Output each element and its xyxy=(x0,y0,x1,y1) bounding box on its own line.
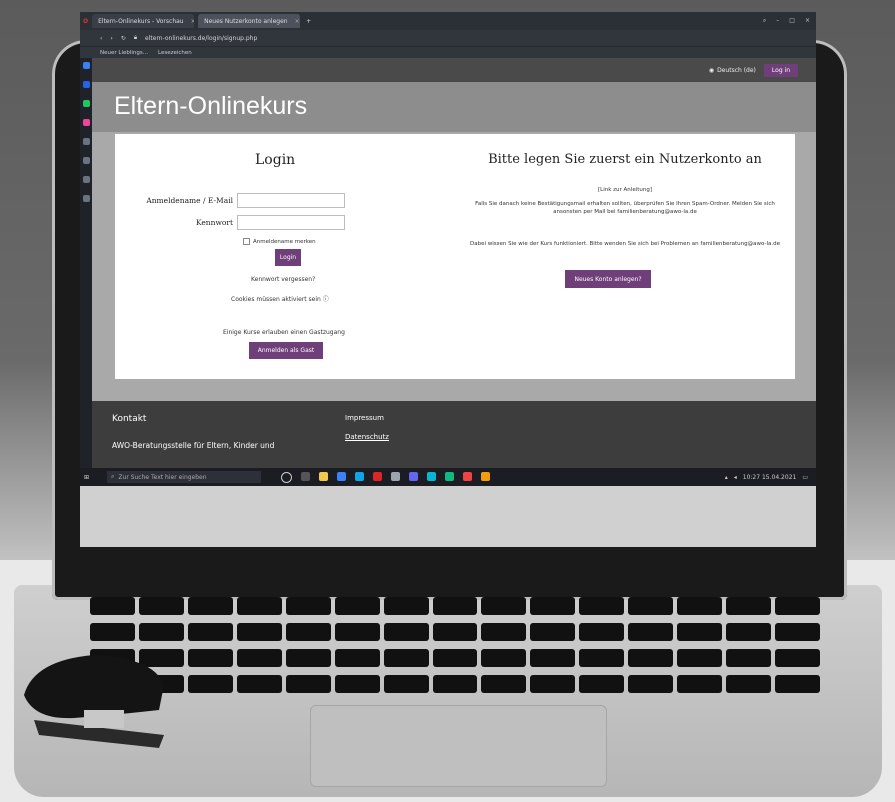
username-label: Anmeldename / E-Mail xyxy=(146,196,233,205)
sidebar-home-icon[interactable] xyxy=(82,62,90,69)
globe-icon: ◉ xyxy=(708,66,715,74)
sidebar-instagram-icon[interactable] xyxy=(82,119,90,126)
browser-tab-active[interactable]: Neues Nutzerkonto anlegen × xyxy=(198,14,301,28)
opera-logo-icon[interactable]: O xyxy=(80,18,88,25)
file-explorer-icon[interactable] xyxy=(319,471,329,481)
stapler-object xyxy=(24,655,164,748)
header-login-button[interactable]: Log in xyxy=(763,63,798,77)
maximize-icon[interactable]: □ xyxy=(789,17,795,25)
clock[interactable]: 10:27 15.04.2021 xyxy=(743,474,797,481)
privacy-link[interactable]: Datenschutz xyxy=(345,433,389,441)
sidebar-messenger-icon[interactable] xyxy=(82,81,90,88)
help-icon[interactable]: ⓘ xyxy=(323,296,329,303)
language-menu[interactable]: ◉ Deutsch (de) xyxy=(709,67,756,74)
minimize-icon[interactable]: – xyxy=(776,17,779,25)
trackpad xyxy=(310,705,607,787)
login-section: Login Anmeldename / E-Mail Kennwort Anme… xyxy=(115,134,455,379)
login-card: Login Anmeldename / E-Mail Kennwort Anme… xyxy=(115,134,795,379)
windows-taskbar: ⊞ ⌕ Zur Suche Text hier eingeben ▴ ◂ 10:2… xyxy=(80,468,816,486)
search-icon[interactable]: ⌕ xyxy=(763,17,766,25)
screen-lower-area xyxy=(80,486,816,547)
bookmark-item[interactable]: Neuer Lieblings... xyxy=(100,50,148,56)
password-input[interactable] xyxy=(237,215,345,230)
sidebar-settings-icon[interactable] xyxy=(82,195,90,202)
browser-tab[interactable]: Eltern-Onlinekurs - Vorschau × xyxy=(92,14,195,28)
volume-icon[interactable]: ◂ xyxy=(734,474,737,481)
web-page: ◉ Deutsch (de) Log in Eltern-Onlinekurs L… xyxy=(92,58,816,468)
site-header: Eltern-Onlinekurs xyxy=(92,82,816,132)
cookies-notice: Cookies müssen aktiviert sein ⓘ xyxy=(231,296,329,303)
system-tray: ▴ ◂ 10:27 15.04.2021 ▭ xyxy=(725,474,816,481)
username-input[interactable] xyxy=(237,193,345,208)
forgot-password-link[interactable]: Kennwort vergessen? xyxy=(251,276,315,283)
imprint-link[interactable]: Impressum xyxy=(345,414,384,422)
back-icon[interactable]: ‹ xyxy=(100,35,102,42)
close-window-icon[interactable]: × xyxy=(805,17,810,25)
new-tab-button[interactable]: + xyxy=(300,18,311,25)
opera-icon[interactable] xyxy=(373,471,383,481)
reload-icon[interactable]: ↻ xyxy=(121,35,126,42)
guest-access-hint: Einige Kurse erlauben einen Gastzugang xyxy=(223,329,345,336)
signup-section: Bitte legen Sie zuerst ein Nutzerkonto a… xyxy=(455,134,795,379)
site-title[interactable]: Eltern-Onlinekurs xyxy=(114,92,307,121)
signup-heading: Bitte legen Sie zuerst ein Nutzerkonto a… xyxy=(488,152,762,167)
edge-icon[interactable] xyxy=(355,471,365,481)
bookmark-item[interactable]: Lesezeichen xyxy=(158,50,192,56)
store-icon[interactable] xyxy=(337,471,347,481)
taskbar-search[interactable]: ⌕ Zur Suche Text hier eingeben xyxy=(107,471,262,483)
cortana-icon[interactable] xyxy=(281,471,293,483)
search-icon: ⌕ xyxy=(111,473,115,480)
signup-info-text: Falls Sie danach keine Bestätigungsmail … xyxy=(475,201,775,215)
signup-help-text: Dabei wissen Sie wie der Kurs funktionie… xyxy=(470,241,780,247)
task-view-icon[interactable] xyxy=(301,471,311,481)
guide-link[interactable]: [Link zur Anleitung] xyxy=(470,186,780,194)
login-heading: Login xyxy=(255,152,296,168)
login-submit-button[interactable]: Login xyxy=(275,249,301,266)
notification-icon[interactable]: ▭ xyxy=(802,474,808,481)
remember-checkbox[interactable] xyxy=(243,238,250,245)
network-icon[interactable]: ▴ xyxy=(725,474,728,481)
close-tab-icon[interactable]: × xyxy=(295,18,300,25)
sidebar-heart-icon[interactable] xyxy=(82,157,90,164)
laptop-screen: O Eltern-Onlinekurs - Vorschau × Neues Nu… xyxy=(80,12,816,547)
browser-sidebar xyxy=(80,58,92,472)
app-icon[interactable] xyxy=(391,471,401,481)
lock-icon: 🔒︎ xyxy=(133,34,138,41)
browser-tab-bar: O Eltern-Onlinekurs - Vorschau × Neues Nu… xyxy=(80,12,816,30)
laptop-keyboard xyxy=(90,597,820,697)
sidebar-whatsapp-icon[interactable] xyxy=(82,100,90,107)
app-icon[interactable] xyxy=(463,471,473,481)
app-icon[interactable] xyxy=(409,471,419,481)
forward-icon[interactable]: › xyxy=(110,35,112,42)
close-tab-icon[interactable]: × xyxy=(191,18,195,25)
site-footer: Kontakt AWO-Beratungsstelle für Eltern, … xyxy=(92,401,816,468)
app-icon[interactable] xyxy=(445,471,455,481)
site-topbar: ◉ Deutsch (de) Log in xyxy=(92,58,816,82)
url-input[interactable]: eltern-onlinekurs.de/login/signup.php xyxy=(145,35,257,42)
remember-username[interactable]: Anmeldename merken xyxy=(243,238,316,245)
guest-login-button[interactable]: Anmelden als Gast xyxy=(249,342,323,359)
sidebar-play-icon[interactable] xyxy=(82,138,90,145)
create-account-button[interactable]: Neues Konto anlegen? xyxy=(565,270,651,288)
app-icon[interactable] xyxy=(427,471,437,481)
sidebar-history-icon[interactable] xyxy=(82,176,90,183)
address-bar: ‹ › ↻ 🔒︎ eltern-onlinekurs.de/login/sign… xyxy=(80,30,816,46)
app-icon[interactable] xyxy=(481,471,491,481)
windows-start-icon[interactable]: ⊞ xyxy=(80,474,89,481)
footer-contact-heading: Kontakt xyxy=(112,414,147,424)
password-label: Kennwort xyxy=(195,218,233,227)
footer-organization: AWO-Beratungsstelle für Eltern, Kinder u… xyxy=(112,441,275,450)
